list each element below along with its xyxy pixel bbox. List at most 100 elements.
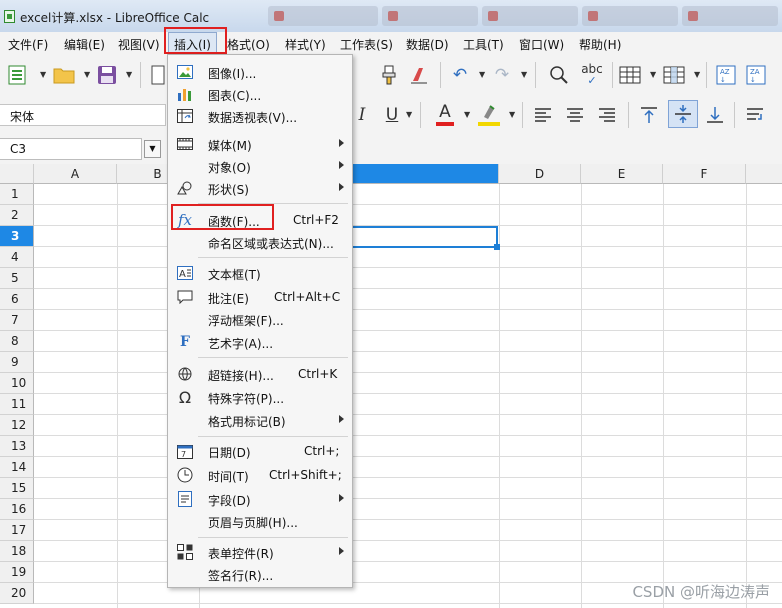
row-header-15[interactable]: 15 (0, 478, 34, 499)
chevron-down-icon[interactable]: ▼ (40, 70, 46, 79)
column-header-f[interactable]: F (663, 164, 746, 184)
sort-descending-icon[interactable]: ZA ↓ (744, 64, 768, 86)
row-header-18[interactable]: 18 (0, 541, 34, 562)
open-folder-icon[interactable] (52, 64, 78, 86)
column-icon[interactable] (662, 64, 686, 86)
row-header-19[interactable]: 19 (0, 562, 34, 583)
menu-item-named-range[interactable]: 命名区域或表达式(N)... (168, 231, 352, 253)
background-tab[interactable] (582, 6, 678, 26)
column-header-a[interactable]: A (34, 164, 117, 184)
italic-button[interactable]: I (352, 104, 372, 126)
background-tab[interactable] (268, 6, 378, 26)
row-header-14[interactable]: 14 (0, 457, 34, 478)
save-icon[interactable] (96, 64, 118, 86)
background-tab[interactable] (382, 6, 478, 26)
menu-help[interactable]: 帮助(H) (579, 36, 621, 53)
align-right-icon[interactable] (596, 104, 618, 126)
wrap-text-icon[interactable] (744, 104, 768, 126)
menu-item-header-footer[interactable]: 页眉与页脚(H)... (168, 510, 352, 532)
row-header-1[interactable]: 1 (0, 184, 34, 205)
menu-item-comment[interactable]: 批注(E) Ctrl+Alt+C (168, 286, 352, 308)
redo-icon[interactable]: ↷ (490, 64, 514, 86)
clear-formatting-icon[interactable] (408, 64, 432, 86)
menu-item-shapes[interactable]: 形状(S) (168, 177, 352, 199)
menu-item-special-character[interactable]: Ω 特殊字符(P)... (168, 386, 352, 408)
column-header-e[interactable]: E (581, 164, 663, 184)
row-header-10[interactable]: 10 (0, 373, 34, 394)
center-vertically-button[interactable] (668, 100, 698, 128)
undo-icon[interactable]: ↶ (448, 64, 472, 86)
menu-item-formatting-mark[interactable]: 格式用标记(B) (168, 409, 352, 431)
menu-tools[interactable]: 工具(T) (463, 36, 504, 53)
sort-ascending-icon[interactable]: AZ ↓ (714, 64, 738, 86)
menu-item-time[interactable]: 时间(T) Ctrl+Shift+; (168, 464, 352, 486)
chevron-down-icon[interactable]: ▼ (144, 140, 161, 158)
chevron-down-icon[interactable]: ▼ (464, 110, 470, 119)
background-tab[interactable] (482, 6, 578, 26)
row-header-3[interactable]: 3 (0, 226, 34, 247)
align-center-icon[interactable] (564, 104, 586, 126)
menu-item-date[interactable]: 7 日期(D) Ctrl+; (168, 440, 352, 462)
highlight-icon[interactable] (476, 102, 502, 124)
menu-item-object[interactable]: 对象(O) (168, 155, 352, 177)
row-header-11[interactable]: 11 (0, 394, 34, 415)
menu-view[interactable]: 视图(V) (118, 36, 160, 53)
row-header-13[interactable]: 13 (0, 436, 34, 457)
export-pdf-icon[interactable] (150, 64, 166, 86)
chevron-down-icon[interactable]: ▼ (126, 70, 132, 79)
row-header-20[interactable]: 20 (0, 583, 34, 604)
chevron-down-icon[interactable]: ▼ (521, 70, 527, 79)
chevron-down-icon[interactable]: ▼ (406, 110, 412, 119)
row-header-16[interactable]: 16 (0, 499, 34, 520)
align-top-icon[interactable] (638, 104, 660, 126)
menu-item-image[interactable]: 图像(I)... (168, 61, 352, 83)
background-tab[interactable] (682, 6, 778, 26)
row-header-6[interactable]: 6 (0, 289, 34, 310)
font-name-box[interactable]: 宋体 (0, 104, 166, 126)
spreadsheet-grid[interactable]: A B C D E F 1234567891011121314151617181… (0, 164, 782, 608)
menu-item-chart[interactable]: 图表(C)... (168, 83, 352, 105)
clone-formatting-icon[interactable] (378, 64, 400, 86)
menu-sheet[interactable]: 工作表(S) (340, 36, 393, 53)
menu-item-textbox[interactable]: A 文本框(T) (168, 262, 352, 284)
align-left-icon[interactable] (532, 104, 554, 126)
row-header-9[interactable]: 9 (0, 352, 34, 373)
menu-item-field[interactable]: 字段(D) (168, 488, 352, 510)
row-header-7[interactable]: 7 (0, 310, 34, 331)
find-replace-icon[interactable] (546, 64, 572, 86)
row-header-8[interactable]: 8 (0, 331, 34, 352)
row-header-4[interactable]: 4 (0, 247, 34, 268)
select-all-corner[interactable] (0, 164, 34, 184)
column-header-d[interactable]: D (499, 164, 581, 184)
name-box[interactable]: C3 (0, 138, 142, 160)
menu-item-form-control[interactable]: 表单控件(R) (168, 541, 352, 563)
chevron-down-icon[interactable]: ▼ (509, 110, 515, 119)
align-bottom-icon[interactable] (704, 104, 726, 126)
new-spreadsheet-icon[interactable] (6, 64, 28, 86)
row-icon[interactable] (618, 64, 642, 86)
spelling-icon[interactable]: abc ✓ (578, 62, 606, 88)
row-header-5[interactable]: 5 (0, 268, 34, 289)
chevron-down-icon[interactable]: ▼ (650, 70, 656, 79)
menu-item-fontwork[interactable]: F 艺术字(A)... (168, 331, 352, 353)
menu-item-hyperlink[interactable]: 超链接(H)... Ctrl+K (168, 363, 352, 385)
menu-item-pivot-table[interactable]: 数据透视表(V)... (168, 105, 352, 127)
menu-data[interactable]: 数据(D) (406, 36, 449, 53)
underline-button[interactable]: U (382, 104, 402, 126)
menu-file[interactable]: 文件(F) (8, 36, 48, 53)
menu-styles[interactable]: 样式(Y) (285, 36, 326, 53)
menu-item-signature-line[interactable]: 签名行(R)... (168, 563, 352, 585)
column-header-g[interactable] (746, 164, 782, 184)
menu-item-floating-frame[interactable]: 浮动框架(F)... (168, 308, 352, 330)
row-header-12[interactable]: 12 (0, 415, 34, 436)
fill-handle[interactable] (494, 244, 500, 250)
chevron-down-icon[interactable]: ▼ (479, 70, 485, 79)
menu-item-media[interactable]: 媒体(M) (168, 133, 352, 155)
menu-format[interactable]: 格式(O) (227, 36, 270, 53)
menu-edit[interactable]: 编辑(E) (64, 36, 105, 53)
menu-window[interactable]: 窗口(W) (519, 36, 564, 53)
font-color-button[interactable]: A (434, 102, 456, 122)
chevron-down-icon[interactable]: ▼ (84, 70, 90, 79)
row-header-2[interactable]: 2 (0, 205, 34, 226)
row-header-17[interactable]: 17 (0, 520, 34, 541)
